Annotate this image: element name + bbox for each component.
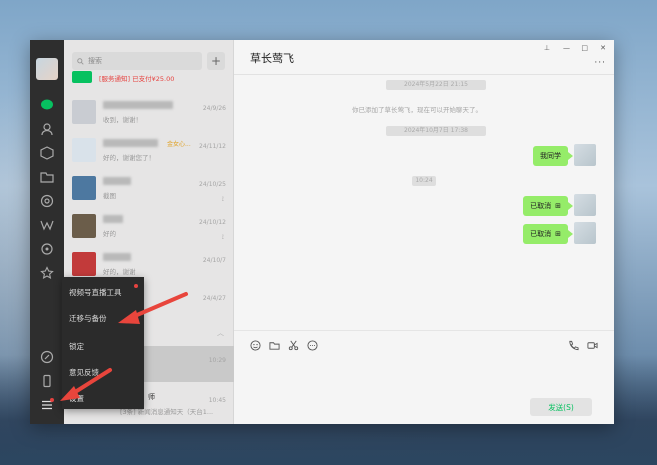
close-button[interactable]: ✕ [600, 44, 606, 52]
voice-call-icon[interactable] [568, 340, 579, 351]
timestamp: 2024年5月22日 21:15 [386, 80, 486, 90]
message-text: 我同学 [540, 152, 561, 160]
list-item-time: 10:29 [208, 357, 226, 364]
annotation-arrow [118, 292, 188, 324]
list-item-name-blurred [103, 139, 158, 147]
avatar[interactable] [574, 222, 596, 244]
call-toolbar [568, 340, 598, 351]
annotation-arrow [60, 368, 112, 401]
list-item-message: 收到，谢谢！ [103, 116, 142, 124]
list-item-name-blurred [103, 215, 123, 223]
list-item-message: 好的，谢谢您了！ [103, 154, 155, 162]
list-item-time: 24/9/26 [202, 105, 226, 112]
add-button[interactable]: + [207, 52, 225, 70]
cancelled-icon: ⊞ [555, 202, 561, 210]
collections-icon[interactable] [38, 144, 56, 162]
mini-program-icon[interactable] [38, 348, 56, 366]
message-text: 已取消 [530, 230, 552, 238]
menu-item-lock[interactable]: 锁定 [62, 333, 144, 359]
list-item-time: 24/10/7 [202, 257, 226, 264]
list-item-name-blurred [103, 177, 131, 185]
minimize-button[interactable]: — [563, 44, 570, 52]
star-icon[interactable] [38, 264, 56, 282]
list-item[interactable]: 金女心... 好的，谢谢您了！ 24/11/12 [64, 132, 234, 168]
chat-icon[interactable] [38, 96, 56, 114]
more-options-icon[interactable]: ··· [594, 58, 606, 68]
send-button[interactable]: 发送(S) [530, 398, 592, 416]
input-divider [234, 330, 614, 331]
avatar [72, 138, 96, 162]
avatar[interactable] [574, 144, 596, 166]
maximize-button[interactable]: □ [581, 44, 588, 52]
mute-icon: ⟟ [221, 196, 224, 203]
avatar [72, 214, 96, 238]
list-item-name-blurred [103, 253, 131, 261]
timestamp: 10:24 [412, 176, 436, 186]
folder-icon[interactable] [269, 340, 280, 351]
moments-icon[interactable] [38, 192, 56, 210]
avatar [72, 176, 96, 200]
emoji-icon[interactable] [250, 340, 261, 351]
folder-icon[interactable] [38, 168, 56, 186]
list-item[interactable]: 截图 24/10/25 ⟟ [64, 170, 234, 206]
list-item-time: 24/10/25 [199, 181, 226, 188]
chat-pane: 草长莺飞 ⊥ — □ ✕ ··· 2024年5月22日 21:15 你已添加了草… [234, 40, 614, 424]
list-item[interactable]: [服务通知] 已支付¥25.00 [64, 70, 234, 92]
video-call-icon[interactable] [587, 340, 598, 351]
contacts-icon[interactable] [38, 120, 56, 138]
list-item-name-blurred [103, 101, 173, 109]
list-item-message: [服务通知] 已支付¥25.00 [99, 75, 175, 83]
list-item-time: 10:45 [208, 397, 226, 404]
message-bubble[interactable]: 已取消 ⊞ [523, 224, 573, 244]
message-bubble[interactable]: 已取消 ⊞ [523, 196, 573, 216]
chat-title: 草长莺飞 [250, 52, 294, 65]
chat-history-icon[interactable] [307, 340, 318, 351]
search-input[interactable]: 搜索 [72, 52, 202, 70]
list-item-name: 师 [148, 393, 155, 401]
input-toolbar [250, 340, 318, 351]
menu-item-label: 迁移与备份 [69, 313, 107, 323]
avatar[interactable] [36, 58, 58, 80]
list-item-time: 24/10/12 [199, 219, 226, 226]
pin-window-icon[interactable]: ⊥ [544, 44, 550, 52]
system-note: 你已添加了草长莺飞，现在可以开始聊天了。 [352, 106, 482, 114]
list-item-tag: 金女心... [167, 141, 191, 148]
list-item-message: 好的，谢谢 [103, 268, 136, 276]
avatar[interactable] [574, 194, 596, 216]
message-bubble[interactable]: 我同学 [533, 146, 573, 166]
avatar [72, 100, 96, 124]
list-item-message: 好的 [103, 230, 116, 238]
scissors-icon[interactable] [288, 340, 299, 351]
list-item-time: 24/11/12 [199, 143, 226, 150]
timestamp: 2024年10月7日 17:38 [386, 126, 486, 136]
avatar [72, 252, 96, 276]
list-item[interactable]: 收到，谢谢！ 24/9/26 [64, 94, 234, 130]
list-item-message: 截图 [103, 192, 116, 200]
search-discover-icon[interactable] [38, 240, 56, 258]
search-placeholder: 搜索 [88, 57, 102, 65]
message-text: 已取消 [530, 202, 552, 210]
mute-icon: ⟟ [221, 234, 224, 241]
cancelled-icon: ⊞ [555, 230, 561, 238]
title-divider [234, 74, 614, 75]
list-item[interactable]: 好的 24/10/12 ⟟ [64, 208, 234, 244]
channels-icon[interactable] [38, 216, 56, 234]
menu-item-label: 锁定 [69, 341, 84, 351]
menu-badge-dot [134, 284, 138, 288]
service-avatar [72, 71, 92, 83]
search-icon [77, 57, 84, 65]
list-item-time: 24/4/27 [202, 295, 226, 302]
